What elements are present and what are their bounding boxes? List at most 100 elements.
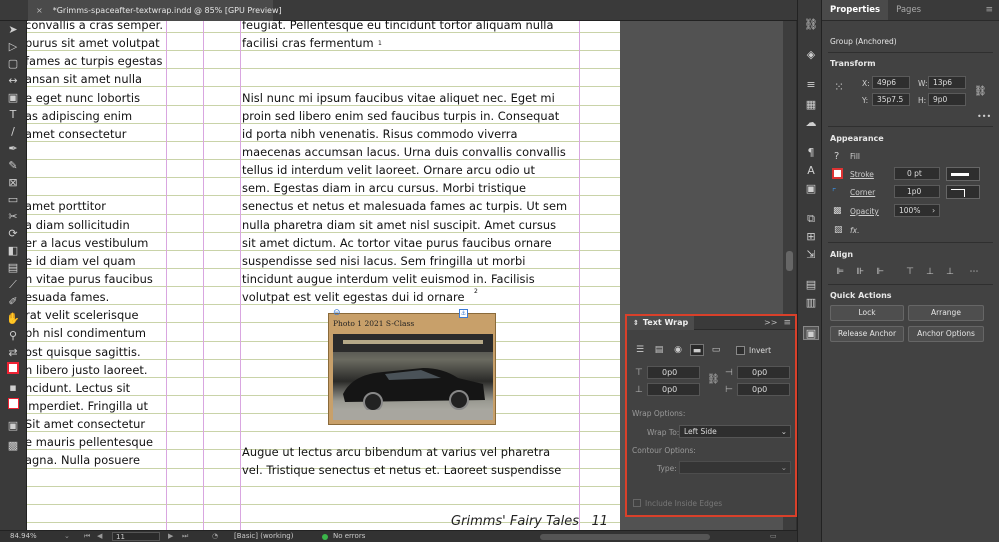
document-tab[interactable]: × *Grimms-spaceafter-textwrap.indd @ 85%… <box>28 0 282 21</box>
align-top-icon[interactable]: ⊤ <box>904 266 916 278</box>
right-offset-field[interactable]: 0p0 <box>737 383 790 396</box>
wrap-bounding-box-icon[interactable]: ▤ <box>652 344 666 356</box>
align-right-icon[interactable]: ⊩ <box>874 266 886 278</box>
wrap-object-shape-icon[interactable]: ◉ <box>671 344 685 356</box>
align-horizontal-center-icon[interactable]: ⊪ <box>854 266 866 278</box>
paragraph-styles-icon[interactable]: ¶ <box>803 146 819 160</box>
pen-tool-icon[interactable]: ✒ <box>5 142 21 156</box>
fill-stroke-swap-icon[interactable]: ⇄ <box>5 346 21 360</box>
info-panel-icon[interactable]: ▤ <box>803 278 819 292</box>
opacity-label[interactable]: Opacity <box>850 207 879 216</box>
character-styles-icon[interactable]: A <box>803 164 819 178</box>
h-field[interactable]: 9p0 <box>928 93 966 106</box>
hyperlinks-panel-icon[interactable]: ⇲ <box>803 248 819 262</box>
chain-link-icon[interactable]: ⛓ <box>707 374 720 385</box>
expand-panel-icon[interactable]: >> <box>764 318 777 327</box>
swatches-panel-icon[interactable]: ▦ <box>803 98 819 112</box>
fill-stroke-swatch-icon[interactable] <box>5 362 21 376</box>
text-wrap-panel-icon[interactable]: ▣ <box>803 326 819 340</box>
contour-type-dropdown[interactable]: ⌄ <box>679 461 791 474</box>
color-theme-tool-icon[interactable]: ⟋ <box>5 278 21 292</box>
split-view-icon[interactable]: ▭ <box>770 532 777 540</box>
lock-button[interactable]: Lock <box>830 305 904 321</box>
first-page-icon[interactable]: ⏮ <box>84 532 90 541</box>
last-page-icon[interactable]: ⏭ <box>182 532 188 541</box>
chevron-down-icon[interactable]: ⌄ <box>64 532 70 540</box>
previous-page-icon[interactable]: ◀ <box>97 532 102 540</box>
stroke-label[interactable]: Stroke <box>850 170 874 179</box>
page-number-field[interactable]: 11 <box>112 532 160 541</box>
eyedropper-tool-icon[interactable]: ✐ <box>5 295 21 309</box>
constrain-proportions-icon[interactable]: ⛓ <box>974 86 987 97</box>
jump-to-next-column-icon[interactable]: ▭ <box>709 344 723 356</box>
bottom-text-block[interactable]: Augue ut lectus arcu bibendum at varius … <box>242 443 561 479</box>
preflight-profile-icon[interactable]: ◔ <box>212 532 218 540</box>
pages-panel-icon[interactable]: ⧉ <box>803 212 819 226</box>
reference-point-icon[interactable]: ⁙ <box>834 80 850 96</box>
effects-icon[interactable]: ▨ <box>834 225 843 235</box>
bottom-offset-field[interactable]: 0p0 <box>647 383 700 396</box>
corner-icon[interactable]: ⌜ <box>832 188 836 198</box>
panel-menu-icon[interactable]: ≡ <box>783 318 791 328</box>
corner-shape-dropdown[interactable] <box>946 185 980 199</box>
page-tool-icon[interactable]: ▢ <box>5 57 21 71</box>
chevron-right-icon[interactable]: › <box>932 206 935 215</box>
object-styles-icon[interactable]: ▣ <box>803 182 819 196</box>
tab-properties[interactable]: Properties <box>822 0 889 20</box>
align-left-icon[interactable]: ⊫ <box>834 266 846 278</box>
scroll-thumb[interactable] <box>786 251 793 271</box>
links-panel-icon[interactable]: ⛓ <box>803 18 819 32</box>
stroke-swatch-icon[interactable] <box>832 168 843 179</box>
right-text-column[interactable]: feugiat. Pellentesque eu tincidunt torto… <box>242 21 567 306</box>
zoom-tool-icon[interactable]: ⚲ <box>5 329 21 343</box>
y-field[interactable]: 35p7.5 <box>872 93 910 106</box>
close-tab-icon[interactable]: × <box>36 6 43 15</box>
no-text-wrap-icon[interactable]: ☰ <box>633 344 647 356</box>
note-tool-icon[interactable]: ▤ <box>5 261 21 275</box>
hand-tool-icon[interactable]: ✋ <box>5 312 21 326</box>
apply-none-icon[interactable] <box>5 398 21 412</box>
top-offset-field[interactable]: 0p0 <box>647 366 700 379</box>
next-page-icon[interactable]: ▶ <box>168 532 173 540</box>
wrap-to-dropdown[interactable]: Left Side ⌄ <box>679 425 791 438</box>
align-vertical-center-icon[interactable]: ⊥ <box>924 266 936 278</box>
panel-menu-icon[interactable]: ≡ <box>985 0 993 20</box>
corner-label[interactable]: Corner <box>850 188 875 197</box>
w-field[interactable]: 13p6 <box>928 76 966 89</box>
corner-size-field[interactable]: 1p0 <box>894 185 940 198</box>
gradient-tool-icon[interactable]: ◧ <box>5 244 21 258</box>
anchor-options-button[interactable]: Anchor Options <box>908 326 984 342</box>
selection-tool-icon[interactable]: ➤ <box>5 23 21 37</box>
line-tool-icon[interactable]: / <box>5 125 21 139</box>
stroke-panel-icon[interactable]: ≡ <box>803 78 819 92</box>
jump-object-icon[interactable]: ▬ <box>690 344 704 356</box>
cc-libraries-icon[interactable]: ☁ <box>803 116 819 130</box>
preview-mode-icon[interactable]: ▩ <box>5 439 21 453</box>
fx-label[interactable]: fx. <box>850 226 859 235</box>
anchor-link-icon[interactable]: ⊖ <box>333 308 341 318</box>
distribute-icon[interactable]: ⋯ <box>968 266 980 278</box>
screen-mode-icon[interactable]: ▣ <box>5 419 21 433</box>
table-panel-icon[interactable]: ⊞ <box>803 230 819 244</box>
pencil-tool-icon[interactable]: ✎ <box>5 159 21 173</box>
rectangle-tool-icon[interactable]: ▭ <box>5 193 21 207</box>
rectangle-frame-tool-icon[interactable]: ⊠ <box>5 176 21 190</box>
content-collector-icon[interactable]: ▣ <box>5 91 21 105</box>
include-inside-edges-checkbox[interactable] <box>633 499 641 507</box>
preflight-profile[interactable]: [Basic] (working) <box>234 532 293 540</box>
invert-checkbox[interactable] <box>736 346 745 355</box>
text-wrap-tab[interactable]: ⇕ Text Wrap <box>627 315 695 330</box>
formatting-container-icon[interactable]: ▪ <box>5 381 21 395</box>
direct-selection-tool-icon[interactable]: ▷ <box>5 40 21 54</box>
zoom-level[interactable]: 84.94% <box>10 532 37 540</box>
arrange-button[interactable]: Arrange <box>908 305 984 321</box>
anchored-image-frame[interactable]: Photo 1 2021 S-Class <box>328 313 496 425</box>
gap-tool-icon[interactable]: ↔ <box>5 74 21 88</box>
layers-panel-icon[interactable]: ◈ <box>803 48 819 62</box>
horizontal-scrollbar[interactable] <box>540 534 710 540</box>
left-text-column[interactable]: convallis a cras semper. purus sit amet v… <box>27 21 163 470</box>
type-tool-icon[interactable]: T <box>5 108 21 122</box>
transform-panel-icon[interactable]: ▥ <box>803 296 819 310</box>
stroke-weight-field[interactable]: 0 pt <box>894 167 940 180</box>
more-options-icon[interactable]: ••• <box>977 112 991 121</box>
